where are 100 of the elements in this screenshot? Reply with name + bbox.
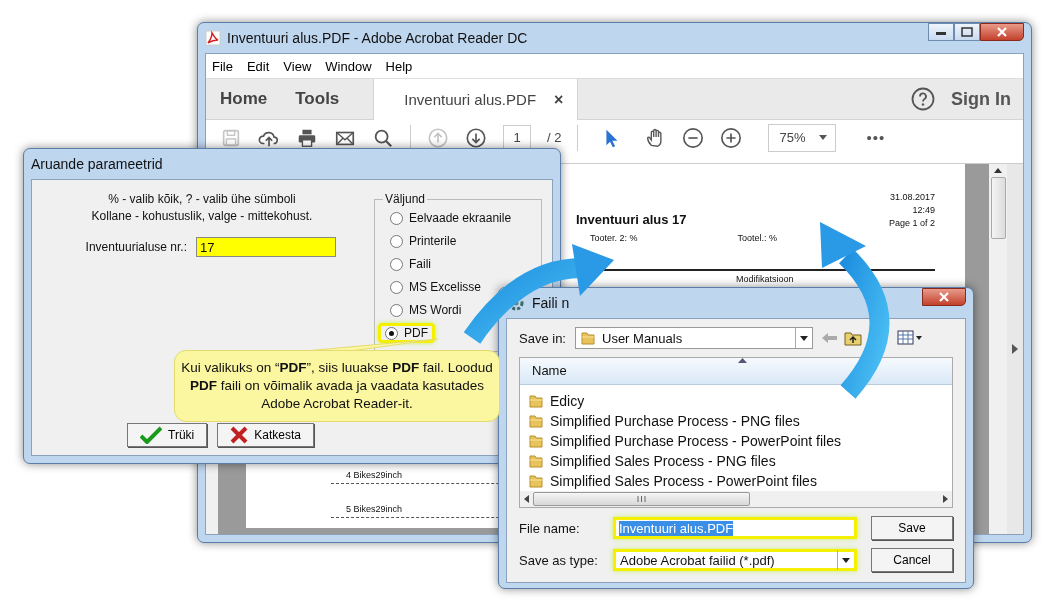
dropdown-caret-icon[interactable] — [842, 557, 850, 563]
close-tab-button[interactable]: × — [554, 90, 564, 109]
scroll-right-icon[interactable] — [943, 495, 948, 503]
scrollbar-thumb[interactable] — [533, 492, 750, 506]
folder-item[interactable]: Edicy — [520, 391, 952, 411]
folder-name: Simplified Sales Process - PNG files — [550, 453, 776, 469]
window-title: Inventuuri alus.PDF - Adobe Acrobat Reader DC — [227, 30, 528, 46]
close-icon — [996, 27, 1008, 37]
print-button[interactable]: Trüki — [127, 423, 208, 447]
folder-name: User Manuals — [602, 330, 684, 346]
hint-text: % - valib kõik, ? - valib ühe sümboli — [108, 192, 296, 206]
folder-name: Simplified Purchase Process - PowerPoint files — [550, 433, 841, 449]
radio-button[interactable] — [390, 211, 403, 225]
tab-label: Inventuuri alus.PDF — [404, 91, 537, 108]
scrollbar-thumb[interactable] — [990, 177, 1006, 239]
page-count: / 2 — [547, 130, 562, 145]
radio-button[interactable] — [390, 234, 403, 248]
radio-button[interactable] — [390, 280, 403, 294]
radio-label[interactable]: MS Wordi — [409, 303, 462, 317]
folder-name: Edicy — [550, 393, 585, 409]
menu-item[interactable]: View — [283, 58, 312, 74]
pdf-icon — [205, 30, 221, 46]
dropdown-caret-icon[interactable] — [800, 335, 808, 341]
document-tab[interactable]: Inventuuri alus.PDF × — [373, 79, 579, 120]
scroll-up-icon[interactable] — [994, 168, 1002, 173]
view-menu-icon[interactable] — [897, 330, 923, 346]
radio-label[interactable]: PDF — [404, 326, 428, 340]
close-button[interactable] — [980, 23, 1024, 41]
nav-tab[interactable]: Home — [206, 79, 282, 119]
file-type-label: Save as type: — [519, 552, 599, 568]
sign-in-link[interactable]: Sign In — [951, 88, 1011, 110]
callout-text: Kui valikuks on “PDF”, siis luuakse PDF fail. Loodud PDF faili on võimalik avada ja vaadata kasutades Adobe Acrobat Reader-it. — [180, 359, 494, 413]
maximize-button[interactable] — [954, 23, 980, 41]
column-heading: Modifikatsioon — [736, 274, 795, 284]
folder-icon — [528, 413, 544, 429]
dialog-title: Faili n — [532, 295, 570, 311]
selected-text: Inventuuri alus.PDF — [619, 520, 734, 536]
more-tools-button[interactable]: ••• — [866, 129, 886, 146]
minimize-icon — [936, 29, 946, 35]
close-icon — [938, 292, 950, 302]
check-icon — [140, 426, 162, 444]
cancel-button[interactable]: Cancel — [871, 548, 953, 572]
folder-icon — [528, 473, 544, 489]
report-title: Inventuuri alus 17 — [576, 212, 688, 227]
zoom-in-icon[interactable] — [720, 126, 743, 149]
help-icon[interactable] — [911, 87, 935, 111]
group-label: Väljund — [384, 192, 427, 206]
folder-item[interactable]: Simplified Purchase Process - PNG files — [520, 411, 952, 431]
scrollbar[interactable] — [989, 164, 1007, 534]
menu-item[interactable]: Help — [385, 58, 413, 74]
save-in-label: Save in: — [519, 330, 567, 346]
caret-icon — [819, 135, 828, 140]
folder-name: Simplified Purchase Process - PNG files — [550, 413, 800, 429]
menu-item[interactable]: File — [212, 58, 233, 74]
minimize-button[interactable] — [928, 23, 954, 41]
expand-panel-icon[interactable] — [1012, 344, 1018, 354]
horizontal-scrollbar[interactable] — [520, 491, 952, 507]
folder-dropdown[interactable]: User Manuals — [575, 327, 813, 349]
sort-caret-icon — [737, 358, 747, 363]
folder-icon — [528, 433, 544, 449]
radio-button[interactable] — [385, 326, 398, 340]
field-label: Inventuurialuse nr.: — [84, 240, 187, 254]
zoom-value: 75% — [779, 130, 806, 145]
input-field[interactable]: 17 — [196, 237, 336, 257]
column-header[interactable]: Name — [520, 358, 952, 385]
maximize-icon — [961, 27, 973, 37]
radio-label[interactable]: MS Excelisse — [409, 280, 482, 294]
menu-item[interactable]: Edit — [246, 58, 270, 74]
nav-tab[interactable]: Tools — [281, 79, 354, 119]
report-meta: Page 1 of 2 — [888, 218, 935, 228]
report-meta: 12:49 — [912, 205, 935, 215]
zoom-out-icon[interactable] — [682, 126, 705, 149]
folder-item[interactable]: Simplified Purchase Process - PowerPoint files — [520, 431, 952, 451]
up-folder-icon[interactable] — [843, 329, 863, 347]
file-type-value: Adobe Acrobat failid (*.pdf) — [620, 552, 776, 568]
radio-label[interactable]: Printerile — [409, 234, 457, 248]
close-button[interactable] — [922, 288, 966, 306]
cancel-button[interactable]: Katkesta — [217, 423, 314, 447]
report-meta: 31.08.2017 — [889, 192, 935, 202]
folder-icon — [580, 330, 596, 346]
column-label: Name — [532, 363, 568, 378]
radio-label[interactable]: Faili — [409, 257, 431, 271]
dialog-title: Aruande parameetrid — [31, 156, 163, 172]
folder-icon — [528, 453, 544, 469]
grip-icon — [637, 496, 646, 502]
report-filter: Tooter. 2: % — [590, 233, 638, 243]
save-button[interactable]: Save — [871, 516, 953, 540]
cross-icon — [230, 426, 249, 444]
file-type-dropdown[interactable]: Adobe Acrobat failid (*.pdf) — [613, 549, 857, 571]
file-name-label: File name: — [519, 520, 581, 536]
menu-item[interactable]: Window — [325, 58, 372, 74]
folder-item[interactable]: Simplified Sales Process - PNG files — [520, 451, 952, 471]
radio-label[interactable]: Eelvaade ekraanile — [409, 211, 512, 225]
radio-button[interactable] — [390, 257, 403, 271]
scroll-left-icon[interactable] — [524, 495, 529, 503]
folder-icon — [528, 393, 544, 409]
report-filter: Tootel.: % — [737, 233, 778, 243]
zoom-dropdown[interactable]: 75% — [768, 123, 837, 152]
radio-button[interactable] — [390, 303, 403, 317]
hint-text: Kollane - kohustuslik, valge - mittekohust. — [91, 209, 313, 223]
